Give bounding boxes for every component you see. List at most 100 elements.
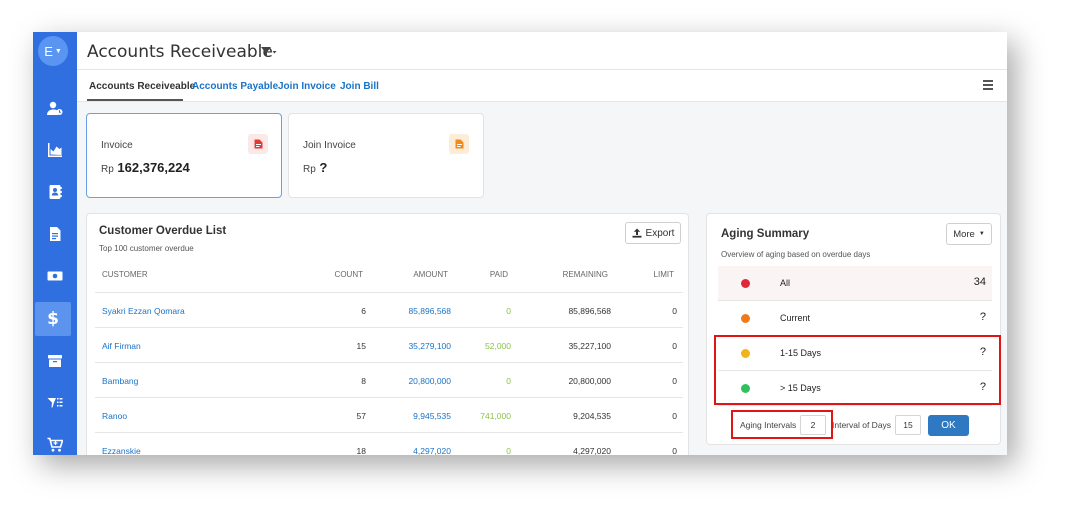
- invoice-card-label: Invoice: [101, 140, 133, 151]
- customer-link[interactable]: Syakri Ezzan Qomara: [102, 306, 185, 316]
- export-button[interactable]: Export: [625, 222, 681, 244]
- interval-of-days-input[interactable]: 15: [895, 415, 921, 435]
- table-row: Bambang 8 20,800,000 0 20,800,000 0: [95, 362, 683, 397]
- join-invoice-currency: Rp: [303, 164, 316, 175]
- remaining-cell: 20,800,000: [568, 376, 611, 386]
- table-row: Aif Firman 15 35,279,100 52,000 35,227,1…: [95, 327, 683, 362]
- filter-dropdown[interactable]: [261, 44, 277, 62]
- amount-link[interactable]: 20,800,000: [408, 376, 451, 386]
- table-row: Ezzanskie 18 4,297,020 0 4,297,020 0: [95, 432, 683, 455]
- sidebar-item-cash[interactable]: [33, 259, 77, 293]
- sidebar-item-reports[interactable]: [33, 133, 77, 167]
- paid-cell: 52,000: [485, 341, 511, 351]
- col-remaining: REMAINING: [562, 270, 608, 279]
- avatar[interactable]: E ▼: [38, 36, 68, 66]
- customer-link[interactable]: Aif Firman: [102, 341, 141, 351]
- tab-join-invoice[interactable]: Join Invoice: [278, 81, 336, 92]
- customer-link[interactable]: Ezzanskie: [102, 446, 141, 455]
- tags-list-icon: [47, 398, 63, 408]
- aging-title: Aging Summary: [721, 228, 810, 240]
- sidebar: E ▼ $: [33, 32, 77, 455]
- remaining-cell: 35,227,100: [568, 341, 611, 351]
- active-tab-indicator: [87, 99, 183, 101]
- sidebar-item-receivables[interactable]: $: [35, 302, 71, 336]
- aging-row-label: Current: [780, 313, 811, 323]
- join-invoice-file-icon: [449, 134, 469, 154]
- aging-row-value: ?: [979, 311, 986, 323]
- tab-join-bill[interactable]: Join Bill: [340, 81, 379, 92]
- join-invoice-card[interactable]: Join Invoice Rp ?: [288, 113, 484, 198]
- status-dot-icon: [741, 279, 750, 288]
- count-cell: 18: [356, 446, 366, 455]
- invoice-card-value: Rp 162,376,224: [101, 160, 190, 175]
- customer-link[interactable]: Ranoo: [102, 411, 127, 421]
- tab-accounts-receivable[interactable]: Accounts Receiveable: [89, 81, 195, 92]
- highlight-box-aging-rows: [714, 335, 1001, 405]
- col-customer: CUSTOMER: [102, 270, 148, 279]
- customer-link[interactable]: Bambang: [102, 376, 138, 386]
- overdue-subtitle: Top 100 customer overdue: [99, 244, 194, 253]
- tab-accounts-payable[interactable]: Accounts Payable: [192, 81, 278, 92]
- dollar-icon: $: [47, 309, 59, 329]
- filter-icon: [261, 47, 277, 57]
- more-dropdown-button[interactable]: More ▼: [946, 223, 992, 245]
- join-invoice-card-label: Join Invoice: [303, 140, 356, 151]
- app-window: E ▼ $ Accounts Receiveable Accounts Rece…: [33, 32, 1007, 455]
- aging-row-label: All: [780, 278, 791, 288]
- amount-link[interactable]: 35,279,100: [408, 341, 451, 351]
- limit-cell: 0: [672, 306, 677, 316]
- table-row: Ranoo 57 9,945,535 741,000 9,204,535 0: [95, 397, 683, 432]
- sidebar-item-archive[interactable]: [33, 344, 77, 378]
- invoice-file-icon: [248, 134, 268, 154]
- aging-row-current[interactable]: Current ?: [718, 301, 992, 336]
- join-invoice-card-value: Rp ?: [303, 160, 327, 175]
- customer-overdue-panel: Customer Overdue List Top 100 customer o…: [86, 213, 689, 455]
- invoice-card[interactable]: Invoice Rp 162,376,224: [86, 113, 282, 198]
- col-count: COUNT: [334, 270, 363, 279]
- aging-subtitle: Overview of aging based on overdue days: [721, 250, 871, 259]
- highlight-box-aging-intervals: [731, 410, 833, 439]
- col-limit: LIMIT: [653, 270, 674, 279]
- limit-cell: 0: [672, 411, 677, 421]
- count-cell: 15: [356, 341, 366, 351]
- paid-cell: 0: [506, 306, 511, 316]
- aging-row-all[interactable]: All 34: [718, 266, 992, 301]
- chart-area-icon: [48, 143, 62, 157]
- col-amount: AMOUNT: [413, 270, 448, 279]
- ok-button[interactable]: OK: [928, 415, 969, 436]
- money-bill-icon: [47, 271, 63, 281]
- sidebar-item-documents[interactable]: [33, 217, 77, 251]
- archive-icon: [48, 355, 62, 367]
- tab-bar: Accounts Receiveable Accounts Payable Jo…: [77, 70, 1007, 102]
- remaining-cell: 9,204,535: [573, 411, 611, 421]
- sidebar-item-sales[interactable]: [33, 428, 77, 455]
- join-invoice-amount: ?: [319, 160, 328, 175]
- sidebar-item-contacts[interactable]: [33, 91, 77, 125]
- sidebar-item-address-book[interactable]: [33, 175, 77, 209]
- invoice-currency: Rp: [101, 164, 114, 175]
- paid-cell: 0: [506, 446, 511, 455]
- amount-link[interactable]: 4,297,020: [413, 446, 451, 455]
- upload-icon: [632, 228, 642, 238]
- invoice-amount: 162,376,224: [117, 160, 190, 175]
- paid-cell: 0: [506, 376, 511, 386]
- amount-link[interactable]: 9,945,535: [413, 411, 451, 421]
- remaining-cell: 4,297,020: [573, 446, 611, 455]
- page-header: Accounts Receiveable: [77, 32, 1007, 70]
- limit-cell: 0: [672, 341, 677, 351]
- limit-cell: 0: [672, 376, 677, 386]
- remaining-cell: 85,896,568: [568, 306, 611, 316]
- count-cell: 6: [361, 306, 366, 316]
- address-book-icon: [49, 185, 62, 199]
- interval-of-days-label: Interval of Days: [832, 420, 892, 430]
- caret-down-icon: ▼: [978, 231, 985, 237]
- user-clock-icon: [47, 101, 63, 115]
- avatar-initial: E: [44, 43, 53, 59]
- menu-icon[interactable]: [983, 80, 993, 92]
- export-label: Export: [645, 227, 675, 239]
- sidebar-item-pricing[interactable]: [33, 386, 77, 420]
- amount-link[interactable]: 85,896,568: [408, 306, 451, 316]
- chevron-down-icon: ▼: [54, 47, 62, 55]
- limit-cell: 0: [672, 446, 677, 455]
- overdue-title: Customer Overdue List: [99, 225, 227, 237]
